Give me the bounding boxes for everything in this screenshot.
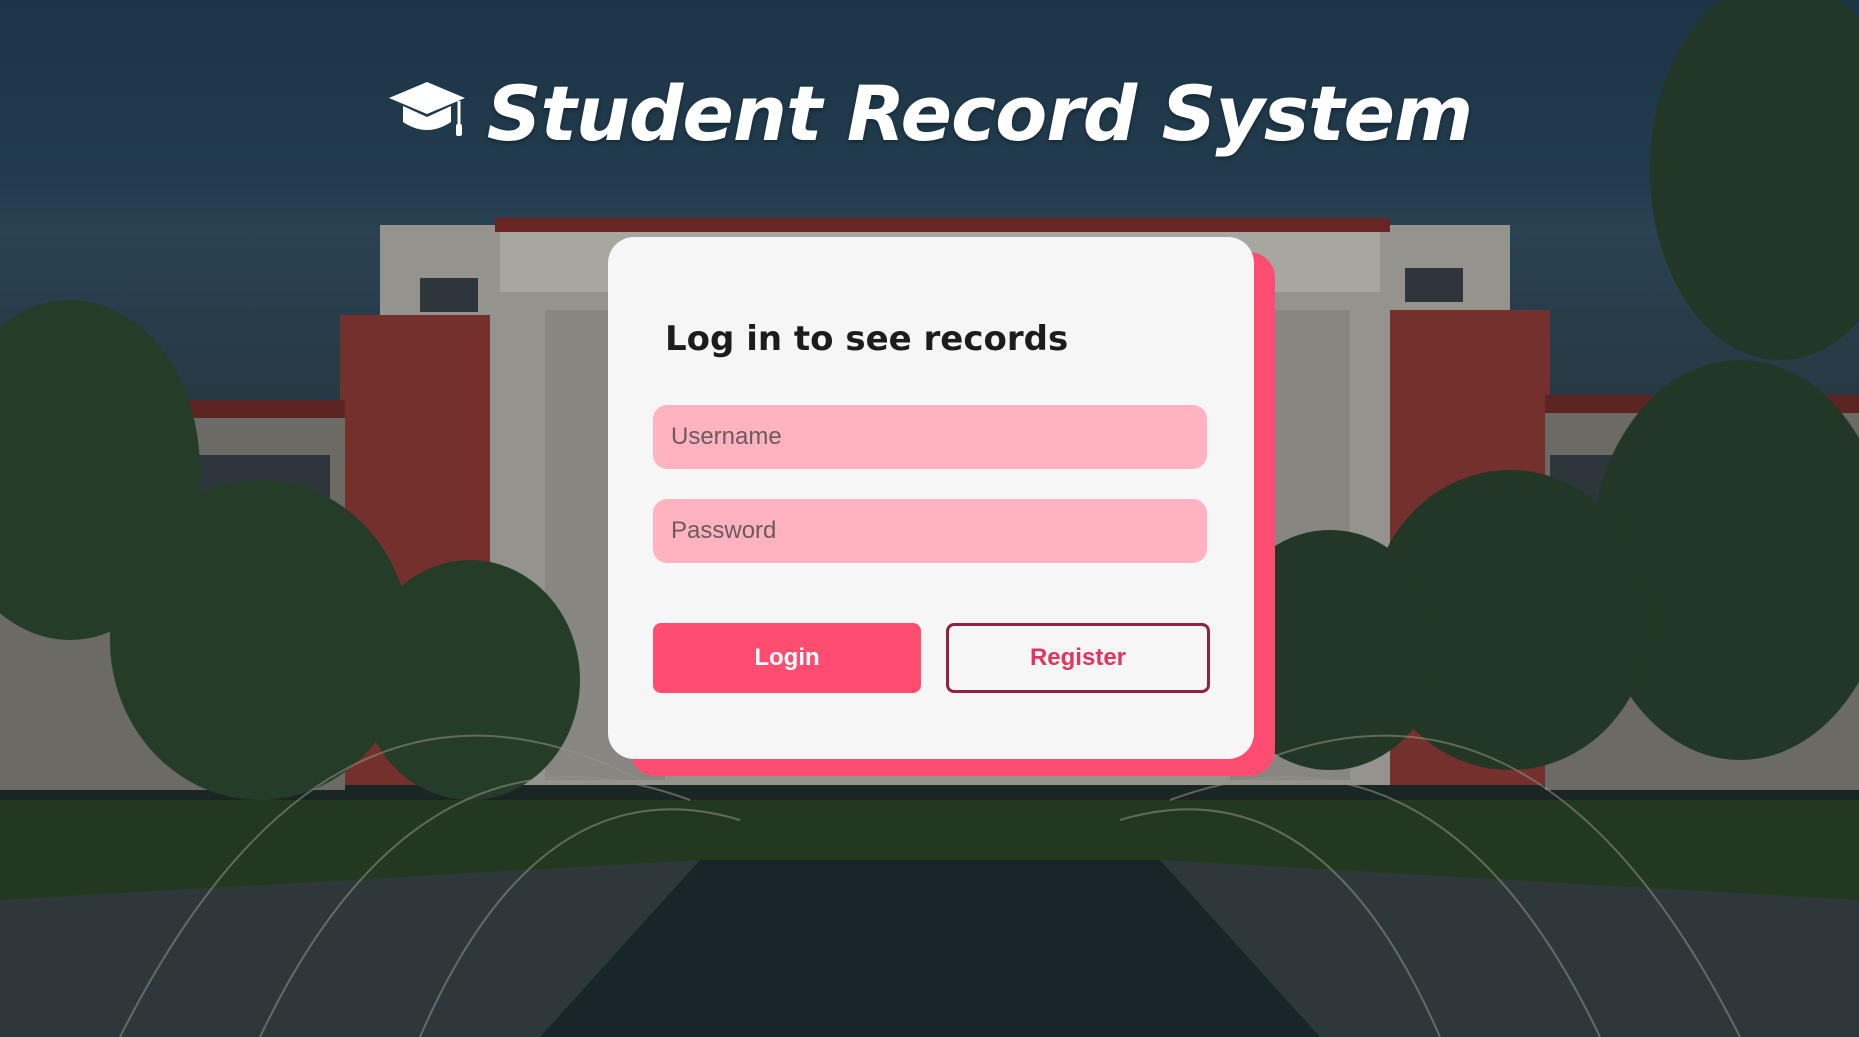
app-header: Student Record System xyxy=(0,58,1859,168)
login-button[interactable]: Login xyxy=(653,623,921,693)
graduation-cap-icon xyxy=(388,82,465,136)
login-heading: Log in to see records xyxy=(665,319,1069,359)
login-card: Log in to see records Login Register xyxy=(608,237,1254,759)
password-input[interactable] xyxy=(653,499,1207,563)
username-input[interactable] xyxy=(653,405,1207,469)
app-title: Student Record System xyxy=(486,68,1473,158)
register-button[interactable]: Register xyxy=(946,623,1210,693)
